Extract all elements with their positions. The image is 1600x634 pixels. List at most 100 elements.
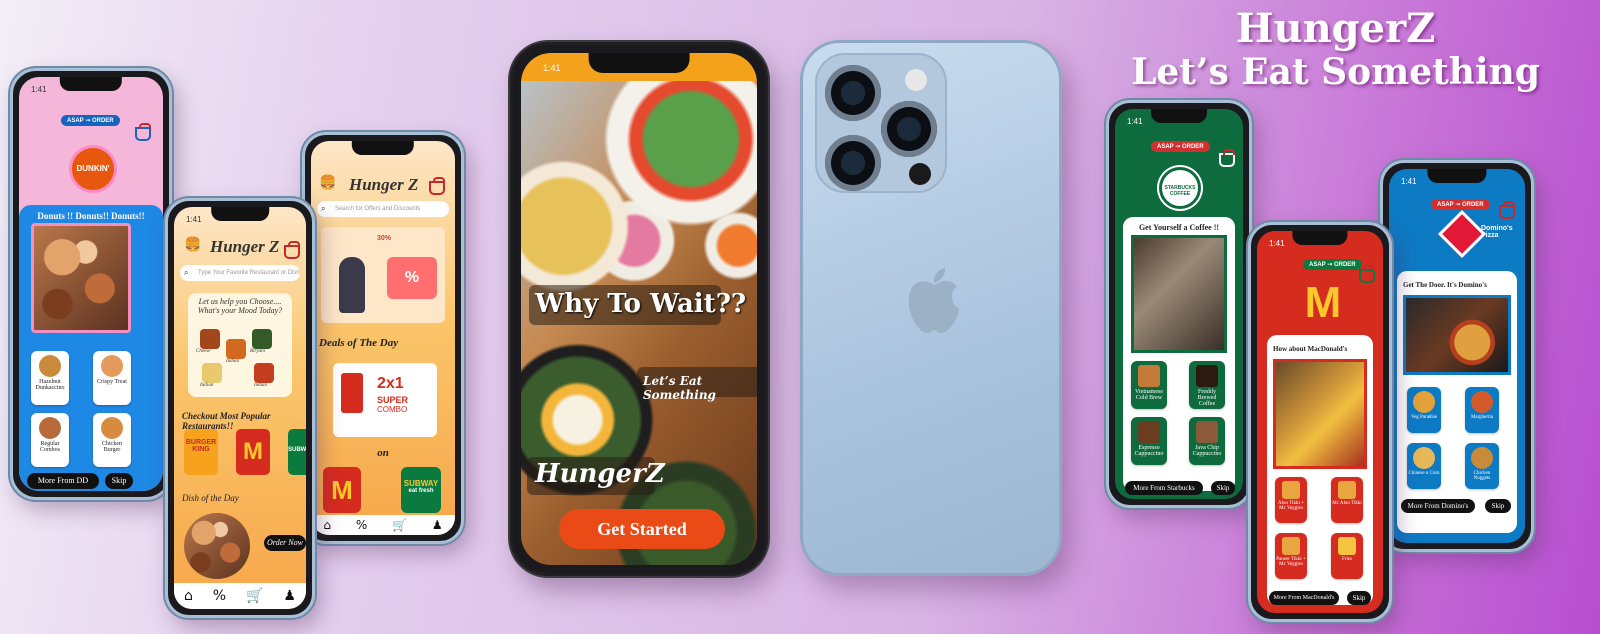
lidar-sensor-icon <box>909 163 931 185</box>
dunkin-panel: Donuts !! Donuts!! Donuts!! Hazelnut Dun… <box>19 205 163 491</box>
asap-order-pill[interactable]: ASAP → ORDER <box>61 115 120 126</box>
search-input[interactable]: ⌕ Type Your Favorite Restaurant or Dish <box>180 265 300 281</box>
asap-order-pill[interactable]: ASAP → ORDER <box>1151 141 1210 152</box>
brand-subway[interactable]: SUBWAY eat fresh <box>401 467 441 513</box>
cart-icon[interactable] <box>284 241 300 259</box>
item-label: Java Chip Cappuccino <box>1192 445 1222 457</box>
subway-slogan: eat fresh <box>408 488 434 494</box>
mood-chip[interactable] <box>200 329 220 349</box>
offer-banner[interactable]: % 30% <box>321 227 445 323</box>
search-placeholder: Search for Offers and Discounts <box>335 206 421 212</box>
headline: Why To Wait?? <box>535 289 747 319</box>
deal-card[interactable]: 2x1 SUPER COMBO <box>333 363 437 437</box>
skip-button[interactable]: Skip <box>105 473 133 489</box>
more-from-button[interactable]: More From Domino's <box>1401 499 1475 513</box>
menu-item[interactable]: Hazelnut Dunkaccino <box>31 351 69 405</box>
burger-icon: 🍔 <box>184 237 202 253</box>
cart-icon[interactable] <box>1219 149 1235 167</box>
promo-super: SUPER <box>377 395 409 405</box>
menu-item[interactable]: Freshly Brewed Coffee <box>1189 361 1225 409</box>
promo-combo: COMBO <box>377 405 408 414</box>
order-now-button[interactable]: Order Now <box>264 535 306 551</box>
item-image <box>39 417 61 439</box>
more-from-button[interactable]: More From Starbucks <box>1125 481 1203 495</box>
status-time: 1:41 <box>1401 177 1417 186</box>
mood-chip[interactable] <box>252 329 272 349</box>
menu-item[interactable]: Crispy Treat <box>93 351 131 405</box>
item-image <box>1338 537 1356 555</box>
menu-item[interactable]: Aloo Tikki + Mc Veggies <box>1275 477 1307 523</box>
discount-tag: % <box>387 257 437 299</box>
menu-item[interactable]: Regular Combos <box>31 413 69 467</box>
menu-item[interactable]: Fries <box>1331 533 1363 579</box>
home-icon[interactable]: ⌂ <box>184 588 193 604</box>
offers-icon[interactable]: % <box>213 588 226 604</box>
menu-item[interactable]: Paneer Tikki + Mc Veggies <box>1275 533 1307 579</box>
phone-home-restaurants: 1:41 🍔 Hunger Z ⌕ Type Your Favorite Res… <box>165 198 315 618</box>
menu-item[interactable]: Chinese n Corn <box>1407 443 1441 489</box>
menu-item[interactable]: Espresso Cappuccino <box>1131 417 1167 465</box>
mood-chip[interactable] <box>226 339 246 359</box>
mood-chip[interactable] <box>254 363 274 383</box>
cart-icon[interactable] <box>1499 201 1515 219</box>
home-icon[interactable]: ⌂ <box>323 518 331 532</box>
menu-item[interactable]: Chicken Burger <box>93 413 131 467</box>
item-image <box>1471 447 1493 469</box>
asap-order-pill[interactable]: ASAP → ORDER <box>1431 199 1490 210</box>
restaurant-subway[interactable]: SUBWAY <box>288 429 306 475</box>
skip-button[interactable]: Skip <box>1211 481 1235 495</box>
camera-lens-icon <box>881 101 937 157</box>
donut-image <box>31 223 131 333</box>
menu-item[interactable]: Mc Aloo Tikki <box>1331 477 1363 523</box>
asap-order-pill[interactable]: ASAP → ORDER <box>1303 259 1362 270</box>
profile-icon[interactable]: ♟ <box>283 588 296 604</box>
camera-lens-icon <box>825 65 881 121</box>
pill-order-label: ORDER <box>1333 262 1356 268</box>
menu-item[interactable]: Vietnamese Cold Brew <box>1131 361 1167 409</box>
mood-chip[interactable] <box>202 363 222 383</box>
status-time: 1:41 <box>186 215 202 224</box>
item-label: Aloo Tikki + Mc Veggies <box>1278 501 1304 511</box>
profile-icon[interactable]: ♟ <box>432 518 443 532</box>
item-label: Veg Paradise <box>1411 415 1437 420</box>
cart-icon[interactable] <box>429 177 445 195</box>
search-input[interactable]: ⌕ Search for Offers and Discounts <box>317 201 449 217</box>
skip-button[interactable]: Skip <box>1347 591 1371 605</box>
pill-asap-label: ASAP <box>1157 144 1174 150</box>
more-from-button[interactable]: More From MacDonald's <box>1269 591 1339 605</box>
restaurant-burger-king[interactable]: BURGER KING <box>184 429 218 475</box>
cart-nav-icon[interactable]: 🛒 <box>246 588 263 604</box>
cart-nav-icon[interactable]: 🛒 <box>392 518 407 532</box>
item-image <box>101 417 123 439</box>
menu-item[interactable]: Margherita <box>1465 387 1499 433</box>
brand-title: HungerZ <box>1235 5 1436 52</box>
dominos-logo-text: Domino's Pizza <box>1481 225 1513 239</box>
cart-icon[interactable] <box>135 123 151 141</box>
more-from-button[interactable]: More From DD <box>27 473 99 489</box>
coffee-image <box>1131 235 1227 353</box>
skip-button[interactable]: Skip <box>1485 499 1511 513</box>
bottom-nav: ⌂ % 🛒 ♟ <box>311 515 455 535</box>
status-time: 1:41 <box>1269 239 1285 248</box>
brand-mcdonalds[interactable]: M <box>323 467 361 513</box>
hero-stage: HungerZ Let’s Eat Something 1:41 ASAP → … <box>0 0 1600 634</box>
item-label: Margherita <box>1470 415 1494 420</box>
pizza-image <box>1403 295 1511 375</box>
notch <box>1427 169 1487 183</box>
phone-dunkin: 1:41 ASAP → ORDER DUNKIN' Donuts !! Donu… <box>10 68 172 500</box>
status-time: 1:41 <box>31 85 47 94</box>
get-started-button[interactable]: Get Started <box>559 509 725 549</box>
mcd-panel: How about MacDonald's Aloo Tikki + Mc Ve… <box>1267 335 1373 605</box>
menu-item[interactable]: Chicken Nuggets <box>1465 443 1499 489</box>
cart-icon[interactable] <box>1359 265 1375 283</box>
dunkin-screen: 1:41 ASAP → ORDER DUNKIN' Donuts !! Donu… <box>19 77 163 491</box>
menu-item[interactable]: Java Chip Cappuccino <box>1189 417 1225 465</box>
mood-label: Indian <box>226 359 240 364</box>
offers-icon[interactable]: % <box>356 518 367 532</box>
mood-label: Cheese <box>196 349 211 354</box>
item-image <box>1196 421 1218 443</box>
menu-item[interactable]: Veg Paradise <box>1407 387 1441 433</box>
mood-label: Indian <box>254 383 268 388</box>
restaurant-mcdonalds[interactable]: M <box>236 429 270 475</box>
dish-image <box>184 513 250 579</box>
